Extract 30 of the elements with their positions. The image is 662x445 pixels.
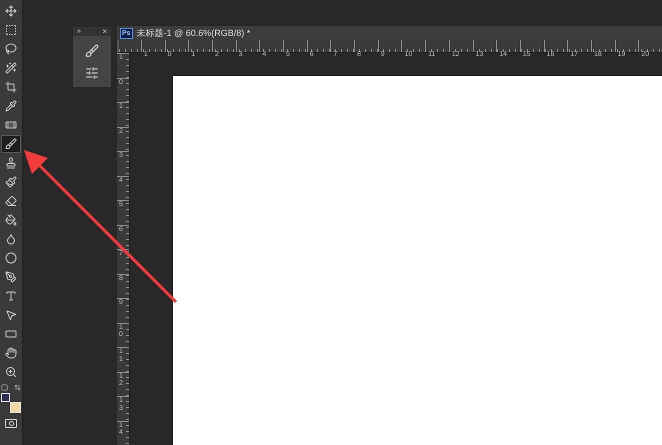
foreground-color-swatch[interactable] [1, 393, 10, 402]
close-button[interactable]: × [102, 28, 107, 36]
tool-button[interactable] [1, 135, 21, 153]
zoom-icon [5, 366, 17, 378]
default-colors-icon [1, 384, 8, 391]
hand-icon [5, 347, 17, 359]
magic-wand-icon [5, 62, 17, 74]
move-icon [5, 5, 17, 17]
marquee-icon [5, 24, 17, 36]
circle-icon [5, 252, 17, 264]
sliders-icon[interactable] [85, 66, 99, 80]
rectangle-icon [5, 328, 17, 340]
paint-bucket-icon [5, 214, 17, 226]
swap-icon [14, 384, 21, 391]
quick-mask-icon[interactable] [5, 419, 17, 428]
stamp-icon [5, 157, 17, 169]
bandage-icon [5, 119, 17, 131]
paintbrush-icon [5, 176, 17, 188]
type-icon [5, 290, 17, 302]
background-color-swatch[interactable] [10, 402, 21, 413]
brush-icon[interactable] [85, 44, 99, 58]
pen-icon [5, 271, 17, 283]
pointer-icon [5, 309, 17, 321]
brush-icon [5, 138, 17, 150]
eraser-icon [5, 195, 17, 207]
eyedropper-icon [5, 100, 17, 112]
document-tab[interactable]: 未标题-1 @ 60.6%(RGB/8) * [136, 28, 250, 38]
droplet-icon [5, 233, 17, 245]
crop-icon [5, 81, 17, 93]
lasso-icon [5, 43, 17, 55]
